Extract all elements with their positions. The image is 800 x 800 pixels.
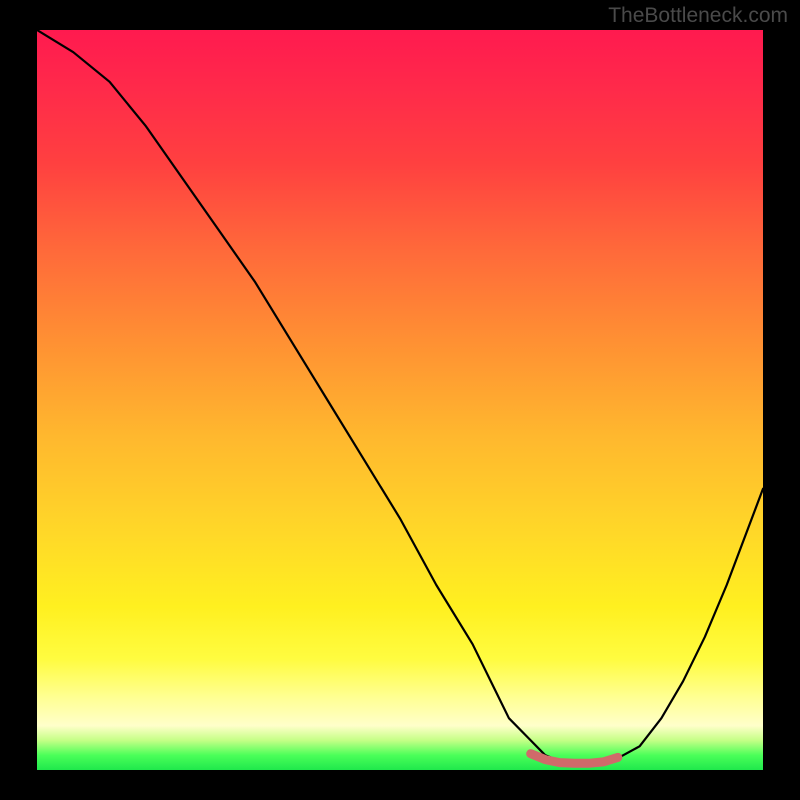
watermark-text: TheBottleneck.com: [608, 4, 788, 28]
chart-plot-area: [37, 30, 763, 770]
optimal-band: [531, 754, 618, 764]
bottleneck-curve: [37, 30, 763, 763]
curve-svg: [37, 30, 763, 770]
